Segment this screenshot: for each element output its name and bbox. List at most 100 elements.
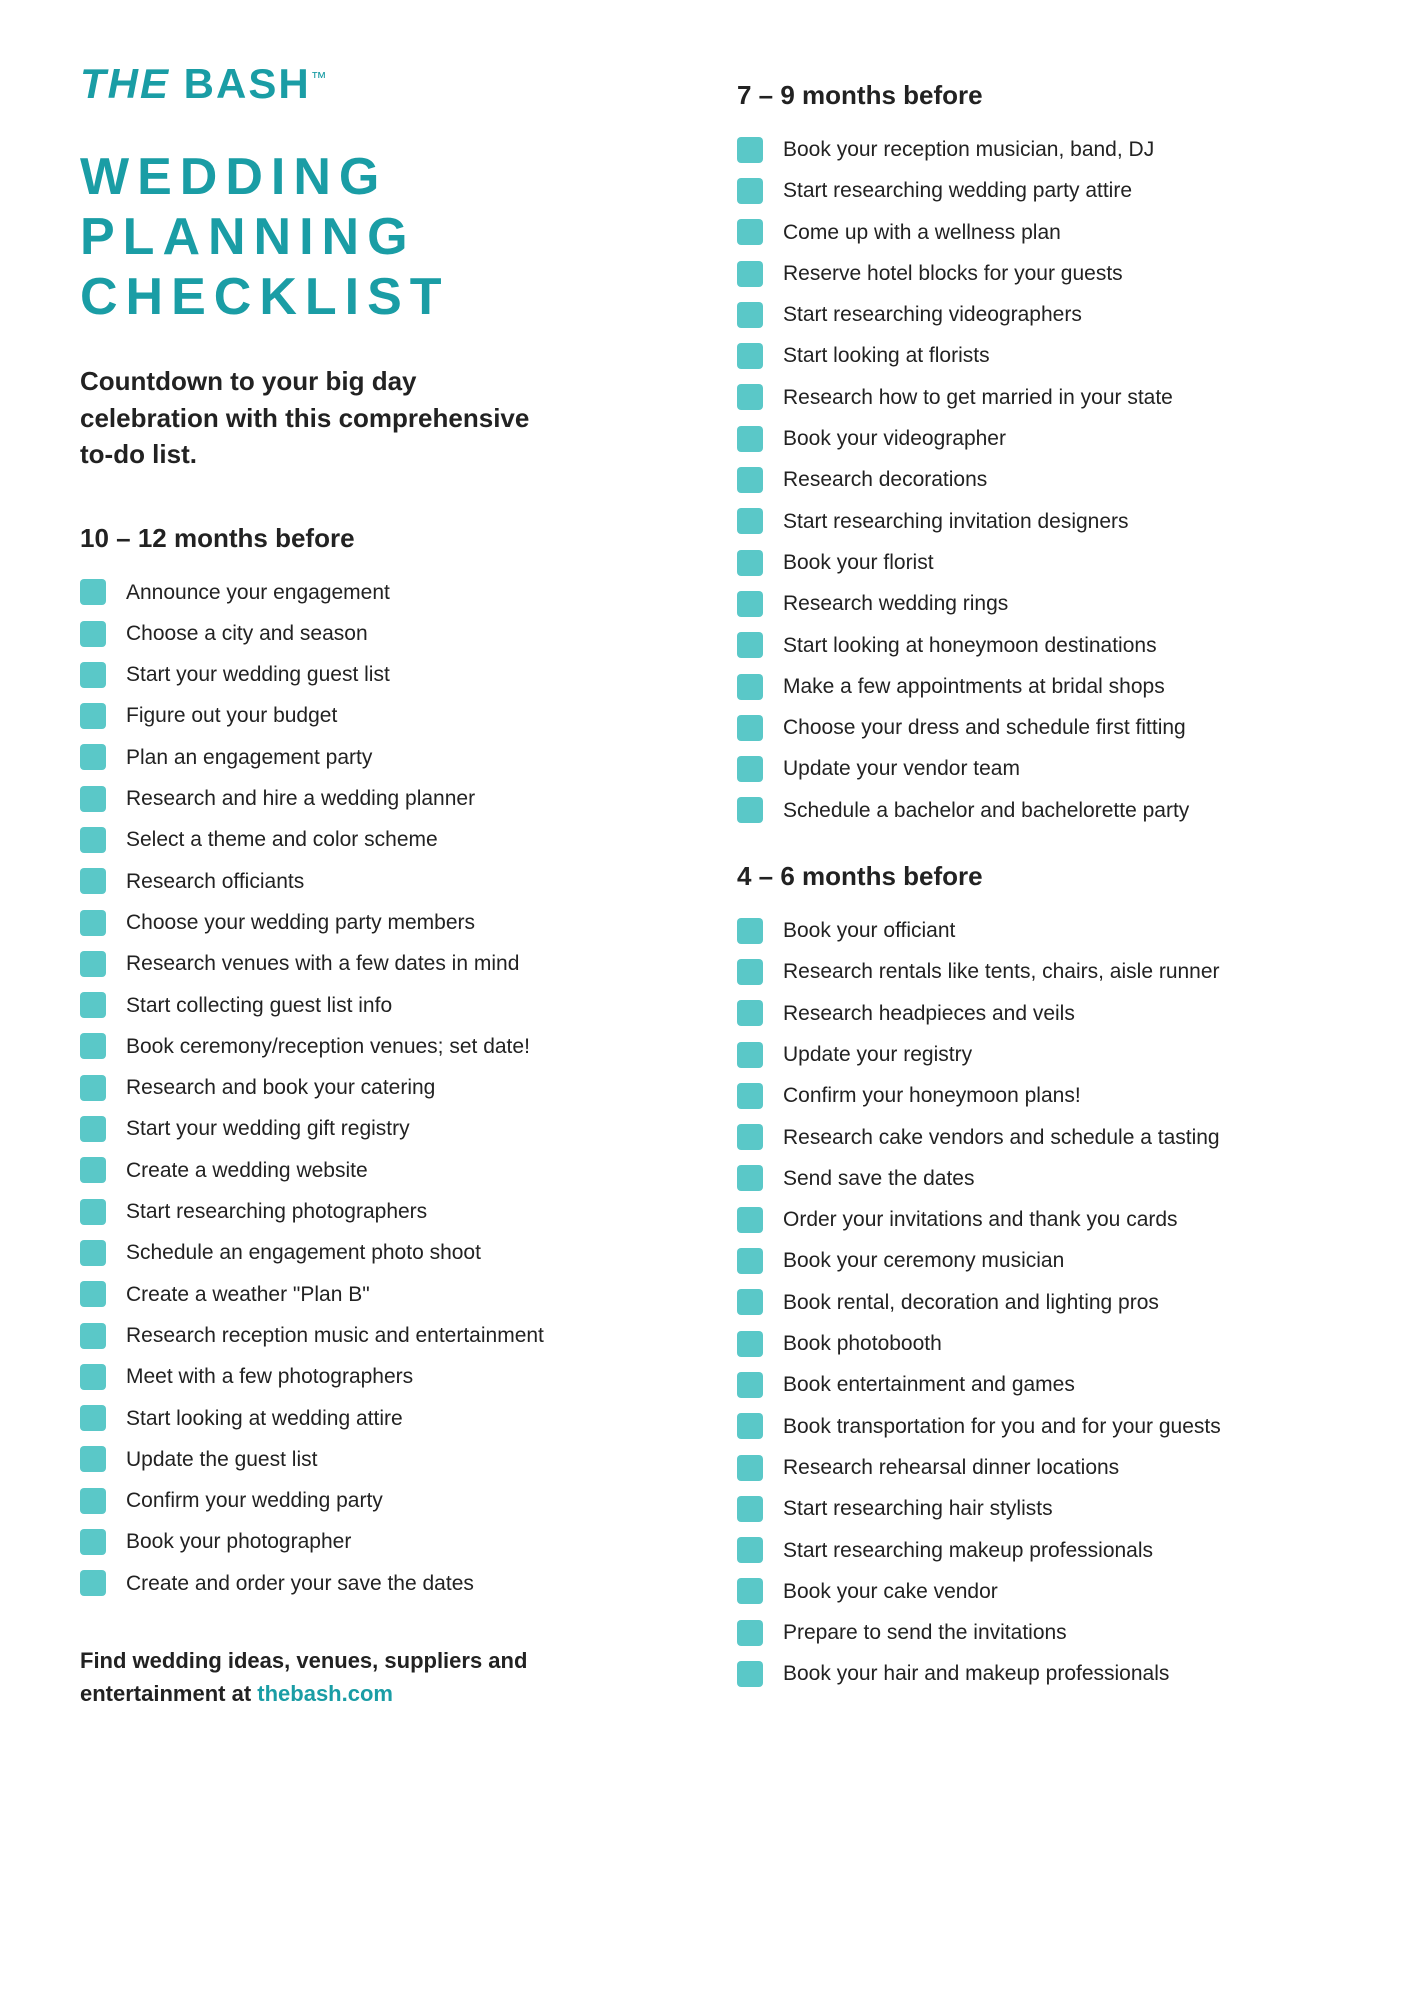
checkbox-icon[interactable]	[737, 219, 763, 245]
checkbox-icon[interactable]	[80, 1199, 106, 1225]
checkbox-icon[interactable]	[737, 1661, 763, 1687]
checkbox-icon[interactable]	[80, 1281, 106, 1307]
list-item-label: Update your vendor team	[783, 755, 1020, 782]
list-item: Research headpieces and veils	[737, 993, 1334, 1034]
checkbox-icon[interactable]	[737, 1083, 763, 1109]
checkbox-icon[interactable]	[737, 137, 763, 163]
checkbox-icon[interactable]	[80, 868, 106, 894]
section-heading-10-12: 10 – 12 months before	[80, 523, 677, 554]
checkbox-icon[interactable]	[737, 178, 763, 204]
list-item: Research cake vendors and schedule a tas…	[737, 1117, 1334, 1158]
list-item: Start researching wedding party attire	[737, 170, 1334, 211]
list-item-label: Book rental, decoration and lighting pro…	[783, 1289, 1159, 1316]
checkbox-icon[interactable]	[737, 1165, 763, 1191]
checkbox-icon[interactable]	[737, 1248, 763, 1274]
checkbox-icon[interactable]	[80, 1323, 106, 1349]
checkbox-icon[interactable]	[80, 744, 106, 770]
checkbox-icon[interactable]	[80, 1116, 106, 1142]
list-item-label: Start researching makeup professionals	[783, 1537, 1153, 1564]
checkbox-icon[interactable]	[737, 1289, 763, 1315]
list-item-label: Start researching wedding party attire	[783, 177, 1132, 204]
section-heading-4-6: 4 – 6 months before	[737, 861, 1334, 892]
list-item: Create a weather "Plan B"	[80, 1274, 677, 1315]
checkbox-icon[interactable]	[80, 621, 106, 647]
checkbox-icon[interactable]	[737, 550, 763, 576]
checkbox-icon[interactable]	[80, 1157, 106, 1183]
checkbox-icon[interactable]	[737, 426, 763, 452]
list-item: Announce your engagement	[80, 572, 677, 613]
list-item-label: Start your wedding guest list	[126, 661, 390, 688]
list-item: Start looking at honeymoon destinations	[737, 625, 1334, 666]
checkbox-icon[interactable]	[737, 1537, 763, 1563]
list-item: Confirm your honeymoon plans!	[737, 1075, 1334, 1116]
list-item-label: Schedule a bachelor and bachelorette par…	[783, 797, 1189, 824]
checkbox-icon[interactable]	[80, 1240, 106, 1266]
list-item: Book your florist	[737, 542, 1334, 583]
checkbox-icon[interactable]	[80, 786, 106, 812]
checkbox-icon[interactable]	[80, 1405, 106, 1431]
list-item-label: Update your registry	[783, 1041, 972, 1068]
list-item: Create a wedding website	[80, 1150, 677, 1191]
checkbox-icon[interactable]	[737, 508, 763, 534]
checkbox-icon[interactable]	[737, 797, 763, 823]
checkbox-icon[interactable]	[737, 1000, 763, 1026]
list-item-label: Research rentals like tents, chairs, ais…	[783, 958, 1220, 985]
checkbox-icon[interactable]	[737, 591, 763, 617]
checkbox-icon[interactable]	[737, 1620, 763, 1646]
checklist-7-9: Book your reception musician, band, DJSt…	[737, 129, 1334, 831]
checkbox-icon[interactable]	[737, 1578, 763, 1604]
checkbox-icon[interactable]	[737, 343, 763, 369]
list-item: Book your ceremony musician	[737, 1240, 1334, 1281]
checkbox-icon[interactable]	[737, 1207, 763, 1233]
list-item: Start looking at florists	[737, 335, 1334, 376]
checkbox-icon[interactable]	[80, 827, 106, 853]
checkbox-icon[interactable]	[737, 261, 763, 287]
checkbox-icon[interactable]	[80, 1529, 106, 1555]
checkbox-icon[interactable]	[737, 1413, 763, 1439]
checkbox-icon[interactable]	[80, 703, 106, 729]
list-item: Start looking at wedding attire	[80, 1398, 677, 1439]
list-item: Start your wedding guest list	[80, 654, 677, 695]
checkbox-icon[interactable]	[737, 1042, 763, 1068]
list-item: Research and hire a wedding planner	[80, 778, 677, 819]
list-item: Start researching photographers	[80, 1191, 677, 1232]
list-item-label: Research and hire a wedding planner	[126, 785, 475, 812]
checkbox-icon[interactable]	[80, 992, 106, 1018]
checkbox-icon[interactable]	[737, 756, 763, 782]
checkbox-icon[interactable]	[80, 1075, 106, 1101]
checkbox-icon[interactable]	[80, 662, 106, 688]
checkbox-icon[interactable]	[737, 959, 763, 985]
footer: Find wedding ideas, venues, suppliers an…	[80, 1644, 677, 1710]
checkbox-icon[interactable]	[80, 951, 106, 977]
list-item-label: Book ceremony/reception venues; set date…	[126, 1033, 530, 1060]
checkbox-icon[interactable]	[80, 910, 106, 936]
checkbox-icon[interactable]	[737, 715, 763, 741]
checkbox-icon[interactable]	[737, 384, 763, 410]
checkbox-icon[interactable]	[80, 1033, 106, 1059]
list-item: Choose your dress and schedule first fit…	[737, 707, 1334, 748]
footer-link[interactable]: thebash.com	[257, 1681, 393, 1706]
list-item-label: Book entertainment and games	[783, 1371, 1075, 1398]
checkbox-icon[interactable]	[80, 1488, 106, 1514]
checkbox-icon[interactable]	[737, 1496, 763, 1522]
list-item: Research decorations	[737, 459, 1334, 500]
section-heading-7-9: 7 – 9 months before	[737, 80, 1334, 111]
checkbox-icon[interactable]	[737, 1455, 763, 1481]
checkbox-icon[interactable]	[737, 918, 763, 944]
checkbox-icon[interactable]	[80, 1570, 106, 1596]
list-item-label: Confirm your honeymoon plans!	[783, 1082, 1081, 1109]
checkbox-icon[interactable]	[80, 579, 106, 605]
list-item-label: Schedule an engagement photo shoot	[126, 1239, 481, 1266]
checkbox-icon[interactable]	[737, 674, 763, 700]
checkbox-icon[interactable]	[737, 1372, 763, 1398]
list-item-label: Research rehearsal dinner locations	[783, 1454, 1119, 1481]
checkbox-icon[interactable]	[737, 632, 763, 658]
checkbox-icon[interactable]	[737, 302, 763, 328]
checkbox-icon[interactable]	[737, 1331, 763, 1357]
checkbox-icon[interactable]	[80, 1446, 106, 1472]
list-item-label: Book your cake vendor	[783, 1578, 998, 1605]
checkbox-icon[interactable]	[80, 1364, 106, 1390]
list-item-label: Research and book your catering	[126, 1074, 435, 1101]
checkbox-icon[interactable]	[737, 1124, 763, 1150]
checkbox-icon[interactable]	[737, 467, 763, 493]
